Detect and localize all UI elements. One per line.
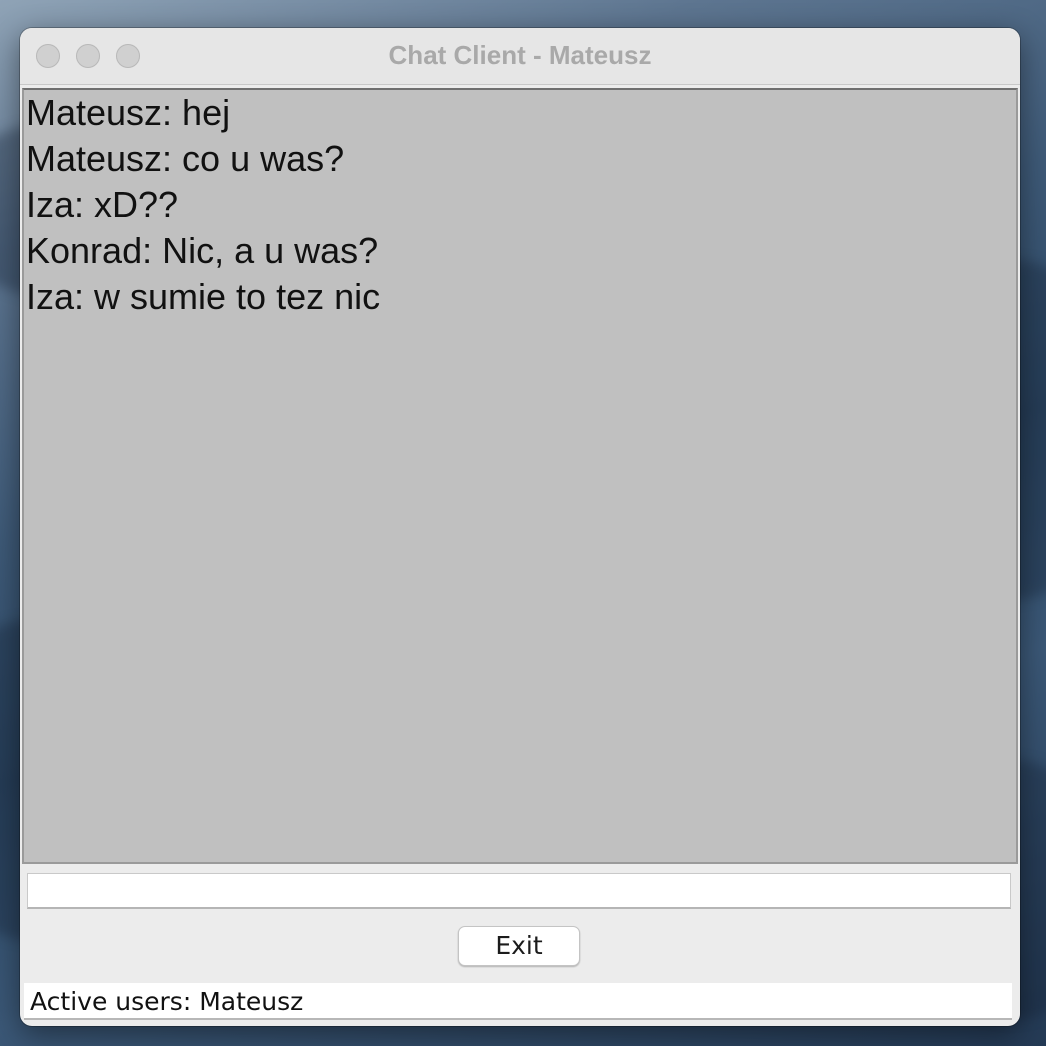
chat-message: Konrad: Nic, a u was? bbox=[26, 230, 379, 271]
chat-message: Iza: xD?? bbox=[26, 184, 179, 225]
chat-history[interactable]: Mateusz: hej Mateusz: co u was? Iza: xD?… bbox=[22, 88, 1018, 864]
message-input[interactable] bbox=[27, 873, 1011, 909]
chat-message: Mateusz: hej bbox=[26, 92, 231, 133]
active-users-label: Active users: Mateusz bbox=[30, 987, 304, 1016]
chat-client-window: Chat Client - Mateusz Mateusz: hej Mateu… bbox=[20, 28, 1020, 1026]
title-bar[interactable]: Chat Client - Mateusz bbox=[20, 28, 1020, 85]
chat-message: Mateusz: co u was? bbox=[26, 138, 345, 179]
status-bar: Active users: Mateusz bbox=[24, 983, 1012, 1020]
chat-message: Iza: w sumie to tez nic bbox=[26, 276, 381, 317]
window-title: Chat Client - Mateusz bbox=[388, 40, 652, 70]
exit-button[interactable]: Exit bbox=[458, 926, 580, 966]
